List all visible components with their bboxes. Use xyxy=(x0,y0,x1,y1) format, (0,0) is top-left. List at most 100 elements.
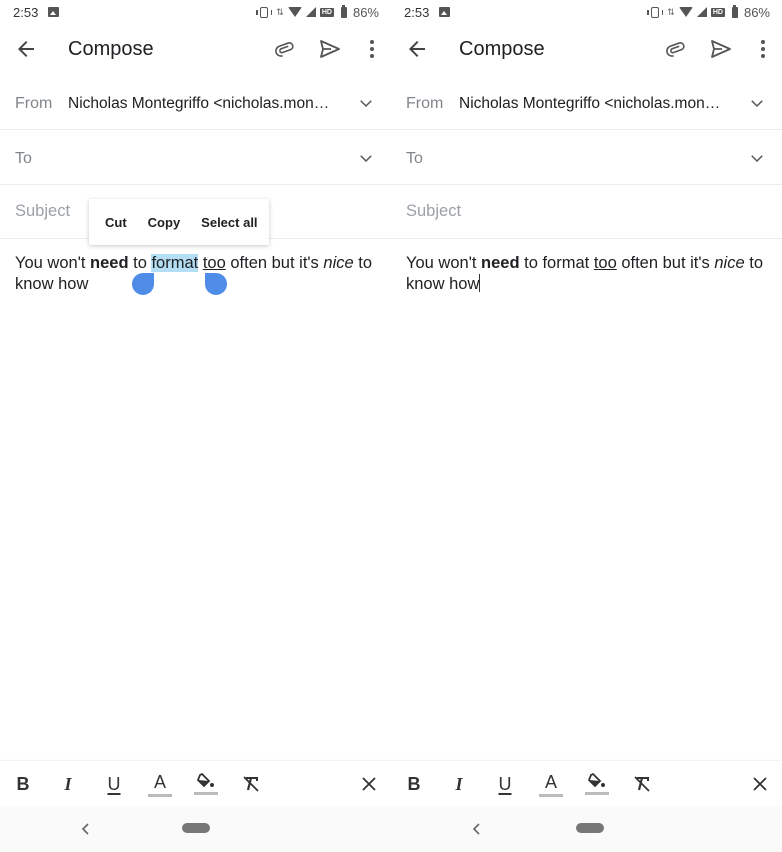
selected-text[interactable]: format xyxy=(151,254,199,272)
body-bold-word: need xyxy=(481,254,520,272)
page-title: Compose xyxy=(459,38,545,60)
from-label: From xyxy=(15,95,53,112)
wifi-icon xyxy=(287,7,302,17)
highlight-color-swatch xyxy=(194,792,218,795)
to-field[interactable]: To xyxy=(391,131,782,185)
cell-signal-icon xyxy=(696,7,707,17)
battery-icon xyxy=(731,4,738,18)
body-text-segment: You won't xyxy=(406,254,482,272)
body-text-segment: You won't xyxy=(15,254,91,272)
from-label: From xyxy=(406,95,444,112)
format-toolbar: B I U A xyxy=(0,760,391,806)
subject-placeholder: Subject xyxy=(406,202,462,220)
body-bold-word: need xyxy=(90,254,129,272)
home-pill[interactable] xyxy=(576,823,604,833)
hd-voice-icon: HD xyxy=(710,7,725,17)
back-arrow-icon[interactable] xyxy=(405,37,429,61)
highlight-color-button[interactable] xyxy=(192,770,220,798)
select-all-button[interactable]: Select all xyxy=(201,215,257,230)
image-notification-icon xyxy=(48,7,60,17)
body-text-segment: to xyxy=(128,254,152,272)
attach-icon[interactable] xyxy=(664,37,688,61)
clear-formatting-icon xyxy=(634,776,650,792)
copy-button[interactable]: Copy xyxy=(148,215,181,230)
more-vert-icon[interactable] xyxy=(360,37,384,61)
subject-field[interactable]: Subject xyxy=(391,185,782,239)
underline-button[interactable]: U xyxy=(100,770,128,798)
status-bar: 2:53 ⇅ HD 86% xyxy=(0,0,391,24)
body-italic-word: nice xyxy=(323,254,354,272)
text-color-button[interactable]: A xyxy=(146,770,174,798)
bold-button[interactable]: B xyxy=(400,770,428,798)
bold-icon: B xyxy=(407,773,421,794)
from-field[interactable]: From Nicholas Montegriffo <nicholas.mon… xyxy=(0,76,391,130)
app-bar: Compose xyxy=(0,24,391,76)
chevron-down-icon[interactable] xyxy=(357,94,375,112)
body-text-segment: often but it's xyxy=(225,254,324,272)
text-cursor xyxy=(479,274,481,292)
text-color-icon: A xyxy=(153,771,166,792)
italic-button[interactable]: I xyxy=(54,770,82,798)
format-toolbar: B I U A xyxy=(391,760,782,806)
underline-button[interactable]: U xyxy=(491,770,519,798)
send-icon[interactable] xyxy=(709,37,733,61)
send-icon[interactable] xyxy=(318,37,342,61)
vibrate-icon xyxy=(647,6,664,18)
close-icon xyxy=(362,777,376,791)
text-color-swatch xyxy=(539,793,563,797)
chevron-down-icon[interactable] xyxy=(748,149,766,167)
data-arrows-icon: ⇅ xyxy=(667,6,675,17)
hd-voice-icon: HD xyxy=(319,7,334,17)
body-text-segment: to format xyxy=(519,254,594,272)
italic-icon: I xyxy=(455,773,463,794)
highlight-color-button[interactable] xyxy=(583,770,611,798)
chevron-down-icon[interactable] xyxy=(357,149,375,167)
image-notification-icon xyxy=(439,7,451,17)
body-text-segment: often but it's xyxy=(616,254,715,272)
back-arrow-icon[interactable] xyxy=(14,37,38,61)
page-title: Compose xyxy=(68,38,154,60)
close-toolbar-button[interactable] xyxy=(355,770,383,798)
paint-bucket-icon xyxy=(587,773,605,788)
to-label: To xyxy=(15,150,32,167)
body-underlined-word: too xyxy=(593,254,617,272)
from-value: Nicholas Montegriffo <nicholas.mon… xyxy=(68,95,330,112)
italic-button[interactable]: I xyxy=(445,770,473,798)
text-color-button[interactable]: A xyxy=(537,770,565,798)
bold-icon: B xyxy=(16,773,30,794)
subject-placeholder: Subject xyxy=(15,202,71,220)
attach-icon[interactable] xyxy=(273,37,297,61)
status-bar: 2:53 ⇅ HD 86% xyxy=(391,0,782,24)
home-pill[interactable] xyxy=(182,823,210,833)
underline-icon: U xyxy=(498,773,512,794)
cut-button[interactable]: Cut xyxy=(105,215,127,230)
bold-button[interactable]: B xyxy=(9,770,37,798)
battery-icon xyxy=(340,4,347,18)
battery-percent: 86% xyxy=(352,4,379,20)
system-nav-bar xyxy=(0,806,391,852)
nav-back-icon[interactable] xyxy=(469,821,483,837)
vibrate-icon xyxy=(256,6,273,18)
selection-end-handle[interactable] xyxy=(205,273,227,295)
message-body[interactable]: You won't need to format too often but i… xyxy=(406,253,776,295)
chevron-down-icon[interactable] xyxy=(748,94,766,112)
from-field[interactable]: From Nicholas Montegriffo <nicholas.mon… xyxy=(391,76,782,130)
close-toolbar-button[interactable] xyxy=(746,770,774,798)
body-underlined-word: too xyxy=(202,254,226,272)
to-field[interactable]: To xyxy=(0,131,391,185)
more-vert-icon[interactable] xyxy=(751,37,775,61)
app-bar: Compose xyxy=(391,24,782,76)
text-selection-menu: Cut Copy Select all xyxy=(89,199,269,245)
clear-formatting-icon xyxy=(243,776,259,792)
to-label: To xyxy=(406,150,423,167)
cell-signal-icon xyxy=(305,7,316,17)
highlight-color-swatch xyxy=(585,792,609,795)
message-body[interactable]: You won't need to format too often but i… xyxy=(15,253,385,295)
clear-formatting-button[interactable] xyxy=(628,770,656,798)
nav-back-icon[interactable] xyxy=(78,821,92,837)
compose-screen-cursor: 2:53 ⇅ HD 86% Compose From Nicholas Mont… xyxy=(391,0,782,852)
clear-formatting-button[interactable] xyxy=(237,770,265,798)
selection-start-handle[interactable] xyxy=(132,273,154,295)
battery-percent: 86% xyxy=(743,4,770,20)
from-value: Nicholas Montegriffo <nicholas.mon… xyxy=(459,95,721,112)
